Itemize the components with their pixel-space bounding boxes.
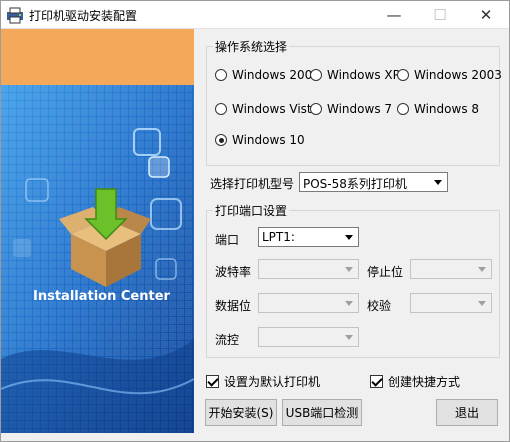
- window-title: 打印机驱动安装配置: [29, 9, 138, 23]
- radio-windows-8[interactable]: Windows 8: [397, 102, 479, 116]
- radio-windows-7[interactable]: Windows 7: [310, 102, 392, 116]
- radio-label: Windows 8: [414, 102, 480, 116]
- port-label: 端口: [215, 233, 240, 247]
- stop-bits-label: 停止位: [367, 265, 404, 279]
- installer-window: 打印机驱动安装配置 — ☐ ✕ Installation Center 操作系统…: [0, 0, 510, 442]
- radio-label: Windows XP: [327, 68, 400, 82]
- chevron-down-icon: [430, 174, 446, 190]
- banner-graphic: [1, 29, 194, 433]
- radio-circle: [397, 69, 409, 81]
- printer-app-icon: [7, 7, 23, 24]
- chevron-down-icon: [341, 329, 357, 345]
- checkbox-label: 创建快捷方式: [388, 375, 461, 389]
- installation-center-caption: Installation Center: [33, 289, 170, 304]
- default-printer-checkbox[interactable]: 设置为默认打印机: [206, 373, 320, 390]
- flow-control-label: 流控: [215, 333, 240, 347]
- radio-label: Windows 2003: [414, 68, 502, 82]
- parity-select[interactable]: [410, 293, 492, 313]
- printer-model-value: POS-58系列打印机: [303, 177, 407, 191]
- radio-circle: [310, 69, 322, 81]
- port-value: LPT1:: [262, 230, 295, 244]
- radio-circle-selected: [215, 134, 227, 146]
- port-group-legend: 打印端口设置: [215, 204, 288, 218]
- port-select[interactable]: LPT1:: [258, 227, 359, 247]
- radio-label: Windows Vista: [232, 102, 319, 116]
- radio-windows-2000[interactable]: Windows 2000: [215, 68, 320, 82]
- radio-windows-vista[interactable]: Windows Vista: [215, 102, 319, 116]
- radio-label: Windows 10: [232, 133, 305, 147]
- usb-detect-button[interactable]: USB端口检测: [282, 399, 362, 426]
- checkmark-icon: [206, 375, 219, 388]
- checkbox-label: 设置为默认打印机: [224, 375, 321, 389]
- chevron-down-icon: [474, 295, 490, 311]
- os-group-legend: 操作系统选择: [215, 40, 288, 54]
- radio-circle: [397, 103, 409, 115]
- close-button[interactable]: ✕: [463, 1, 509, 29]
- title-bar: 打印机驱动安装配置 — ☐ ✕: [1, 1, 509, 29]
- data-bits-label: 数据位: [215, 299, 252, 313]
- radio-windows-10[interactable]: Windows 10: [215, 133, 305, 147]
- start-install-button[interactable]: 开始安装(S): [205, 399, 277, 426]
- exit-button[interactable]: 退出: [436, 399, 498, 426]
- chevron-down-icon: [341, 295, 357, 311]
- chevron-down-icon: [474, 261, 490, 277]
- maximize-button[interactable]: ☐: [417, 1, 463, 29]
- radio-windows-2003[interactable]: Windows 2003: [397, 68, 502, 82]
- radio-label: Windows 2000: [232, 68, 320, 82]
- radio-label: Windows 7: [327, 102, 393, 116]
- stop-bits-select[interactable]: [410, 259, 492, 279]
- create-shortcut-checkbox[interactable]: 创建快捷方式: [370, 373, 460, 390]
- radio-circle: [310, 103, 322, 115]
- baud-rate-select[interactable]: [258, 259, 359, 279]
- radio-circle: [215, 103, 227, 115]
- printer-model-select[interactable]: POS-58系列打印机: [299, 172, 448, 192]
- chevron-down-icon: [341, 229, 357, 245]
- radio-windows-xp[interactable]: Windows XP: [310, 68, 400, 82]
- checkmark-icon: [370, 375, 383, 388]
- chevron-down-icon: [341, 261, 357, 277]
- minimize-button[interactable]: —: [371, 1, 417, 29]
- baud-rate-label: 波特率: [215, 265, 252, 279]
- installation-banner: Installation Center: [1, 29, 194, 433]
- printer-model-label: 选择打印机型号: [210, 177, 295, 191]
- radio-circle: [215, 69, 227, 81]
- data-bits-select[interactable]: [258, 293, 359, 313]
- flow-control-select[interactable]: [258, 327, 359, 347]
- parity-label: 校验: [367, 299, 392, 313]
